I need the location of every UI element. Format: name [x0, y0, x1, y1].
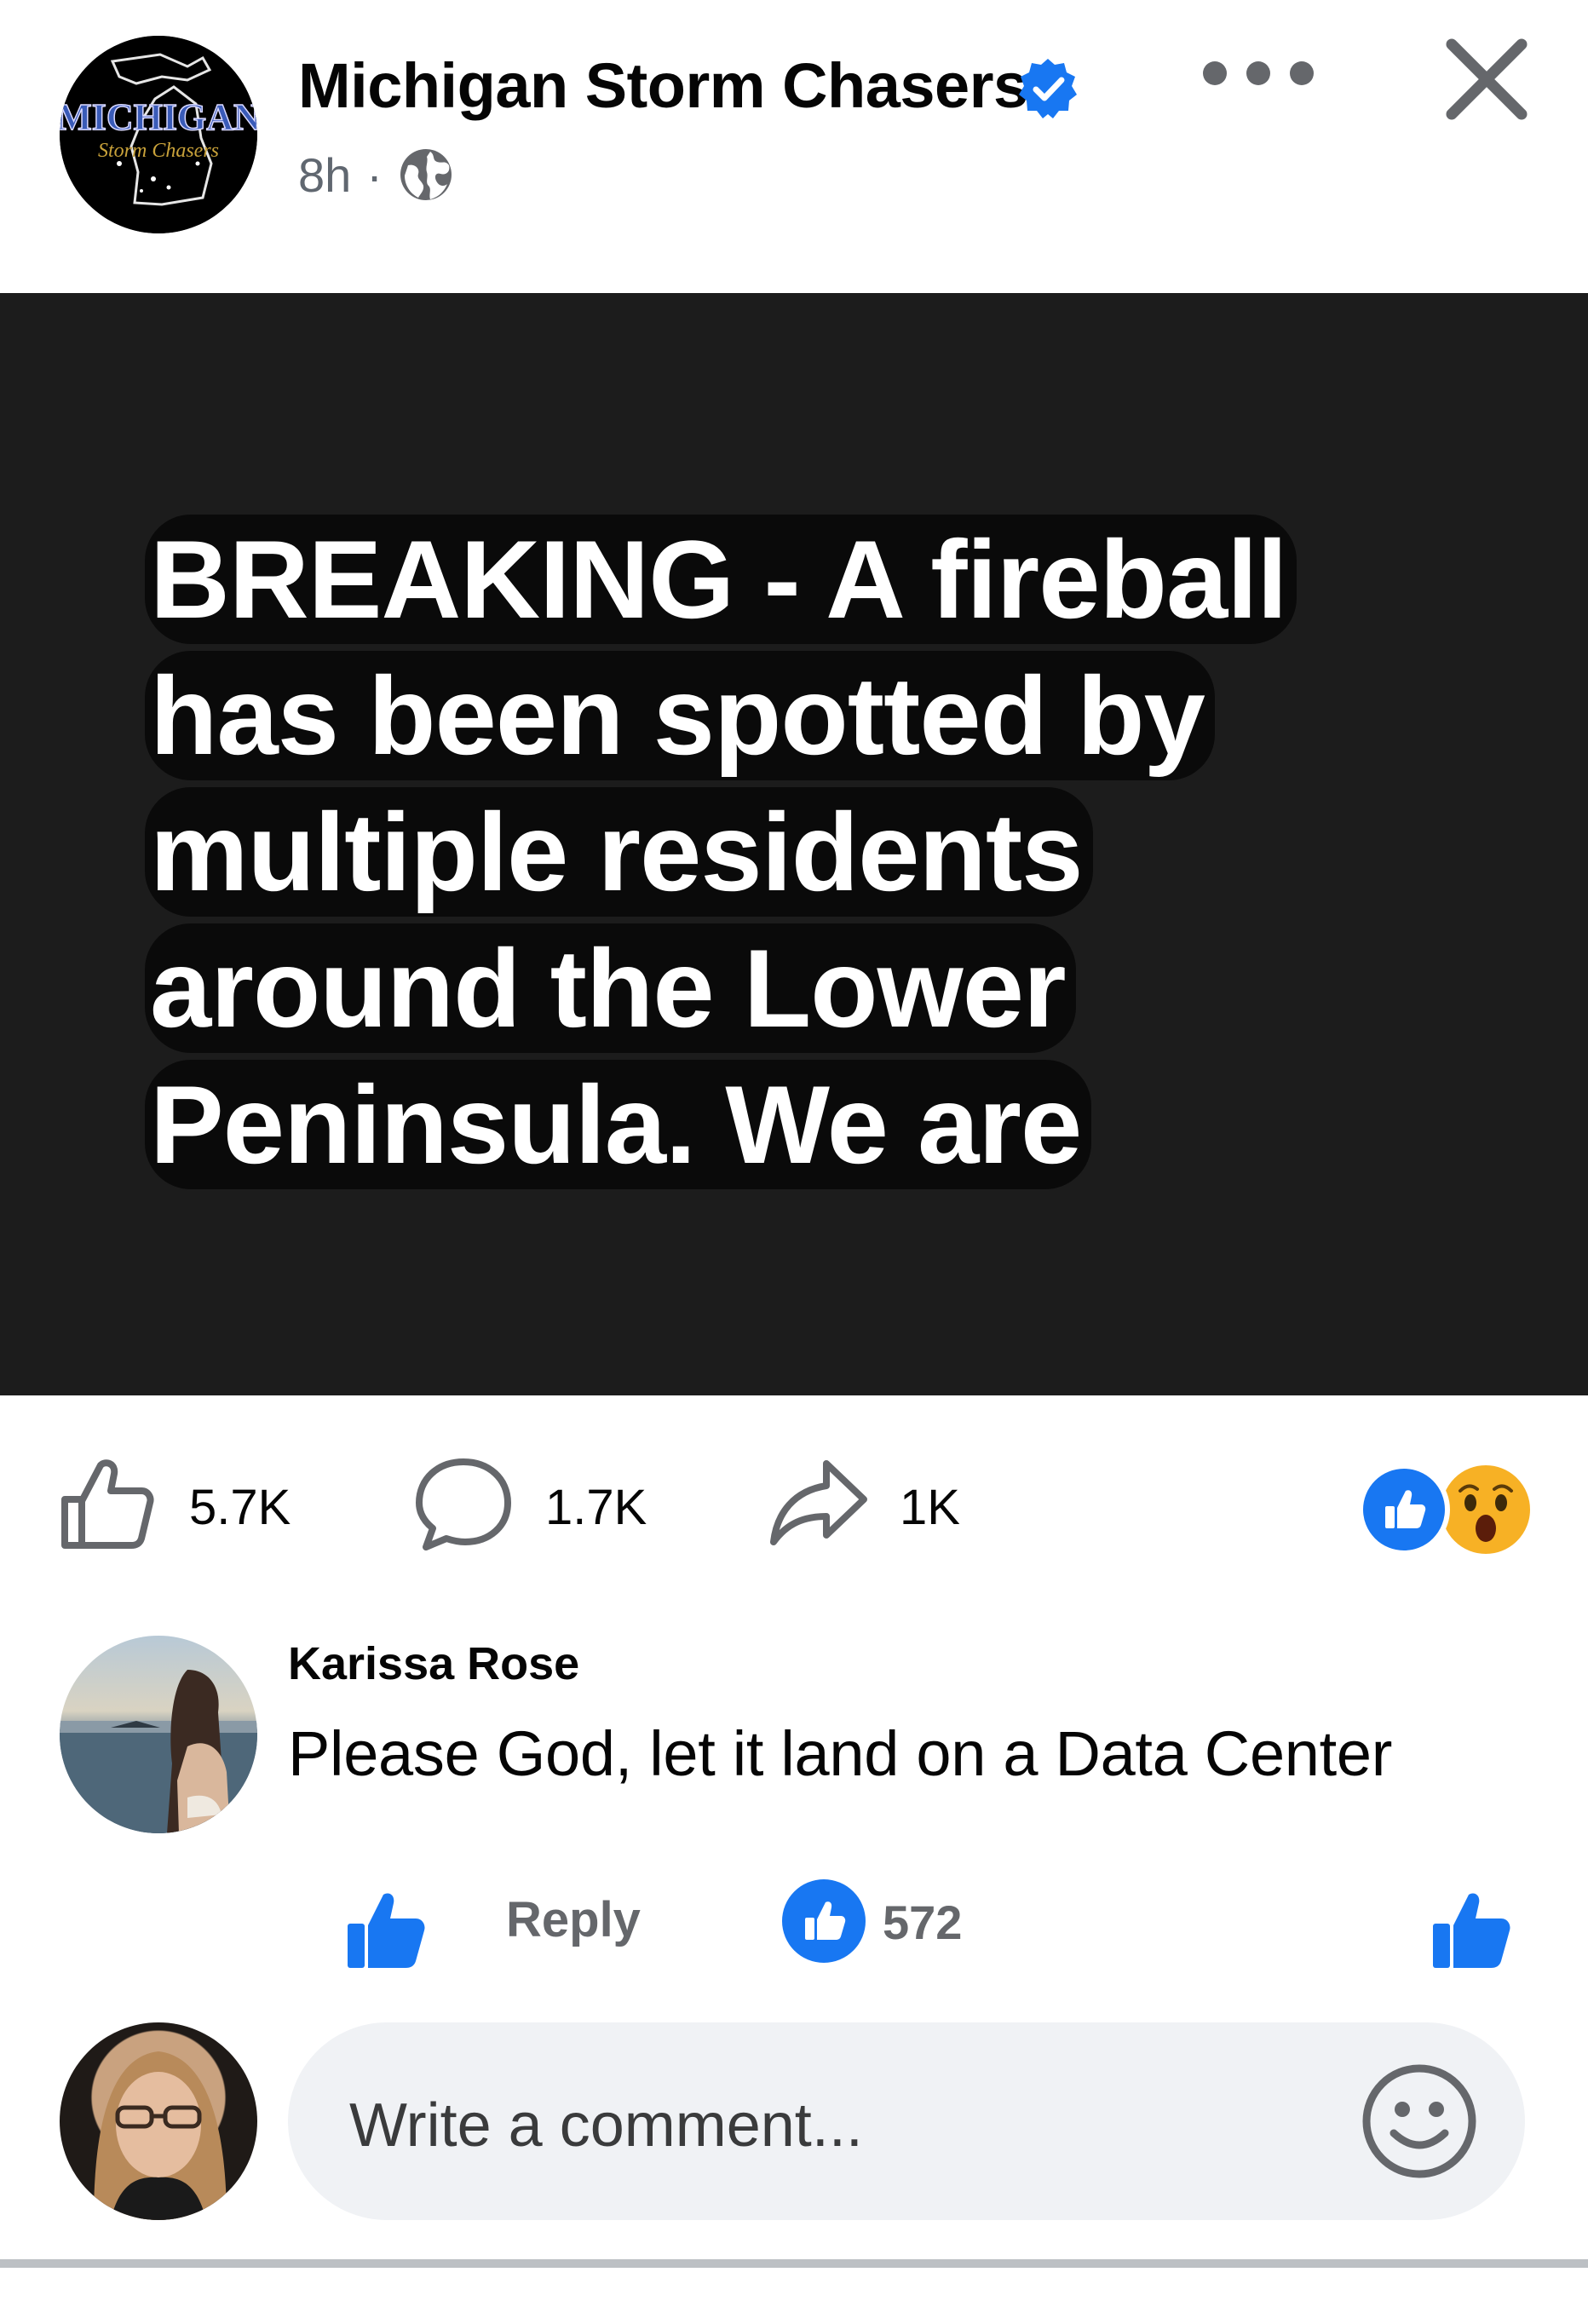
- meta-separator: ·: [366, 147, 383, 202]
- shares-count: 1K: [900, 1480, 960, 1535]
- commenter-avatar[interactable]: [60, 1636, 257, 1833]
- comment-reaction-count[interactable]: 572: [883, 1895, 962, 1950]
- headline-line: has been spotted by: [145, 651, 1215, 780]
- headline-line: Peninsula. We are: [145, 1060, 1092, 1189]
- page-avatar[interactable]: MICHIGAN Storm Chasers: [60, 36, 257, 233]
- page-name[interactable]: Michigan Storm Chasers: [298, 49, 1028, 122]
- wow-reaction-icon[interactable]: [1436, 1460, 1535, 1559]
- post-image[interactable]: BREAKING - A fireball has been spotted b…: [0, 293, 1588, 1395]
- headline-text: BREAKING - A fireball has been spotted b…: [145, 515, 1491, 1395]
- michigan-logo: MICHIGAN Storm Chasers: [60, 36, 257, 233]
- verified-badge-icon: [1019, 59, 1077, 118]
- reply-button[interactable]: Reply: [506, 1891, 641, 1948]
- logo-text-top: MICHIGAN: [60, 96, 257, 138]
- comment-author[interactable]: Karissa Rose: [288, 1637, 579, 1690]
- likes-count: 5.7K: [189, 1480, 291, 1535]
- current-user-avatar[interactable]: [60, 2022, 257, 2220]
- like-reaction-icon[interactable]: [1358, 1464, 1450, 1556]
- like-reaction-icon[interactable]: [782, 1879, 866, 1963]
- globe-icon: [400, 149, 452, 200]
- emoji-icon[interactable]: [1360, 2062, 1479, 2181]
- thumbs-up-icon[interactable]: [1430, 1890, 1511, 1971]
- comment-like-icon[interactable]: [344, 1890, 426, 1971]
- comment-button-icon[interactable]: [412, 1453, 515, 1556]
- more-options-icon[interactable]: [1203, 56, 1314, 90]
- comments-count: 1.7K: [545, 1480, 647, 1535]
- bottom-divider: [0, 2259, 1588, 2268]
- headline-line: multiple residents: [145, 787, 1093, 917]
- comment-text: Please God, let it land on a Data Center: [288, 1718, 1393, 1789]
- close-icon[interactable]: [1440, 32, 1533, 126]
- post-time[interactable]: 8h: [298, 147, 351, 203]
- headline-line: around the Lower: [145, 923, 1076, 1053]
- headline-line: BREAKING - A fireball: [145, 515, 1297, 644]
- share-button-icon[interactable]: [767, 1453, 869, 1556]
- like-button-icon[interactable]: [56, 1453, 158, 1556]
- logo-text-bottom: Storm Chasers: [98, 140, 219, 162]
- comment-input-placeholder[interactable]: Write a comment...: [349, 2091, 863, 2160]
- post-meta: 8h ·: [298, 147, 454, 203]
